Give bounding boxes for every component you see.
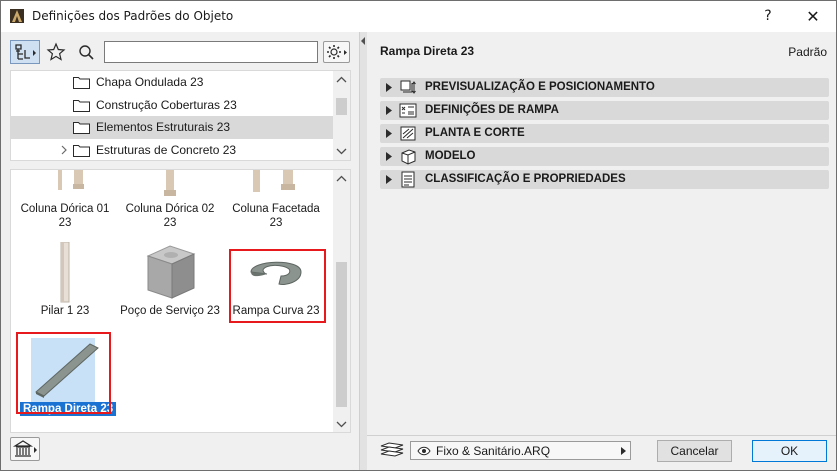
model-cube-icon — [401, 149, 416, 165]
ok-button[interactable]: OK — [752, 440, 827, 462]
grid-item-label: Coluna Dórica 01 — [20, 203, 110, 215]
search-icon — [79, 45, 94, 60]
tree-item-selected[interactable]: Elementos Estruturais 23 — [11, 116, 335, 139]
service-well-thumbnail — [146, 245, 196, 299]
grid-item[interactable]: Pilar 1 23 — [14, 240, 116, 322]
grid-item-label: Coluna Facetada — [232, 203, 320, 215]
tree-item[interactable]: Construção Coberturas 23 — [11, 94, 335, 117]
search-button[interactable] — [75, 40, 97, 64]
default-label: Padrão — [788, 45, 827, 59]
library-navigation-button[interactable] — [10, 40, 40, 64]
section-ramp-settings[interactable]: DEFINIÇÕES DE RAMPA — [380, 101, 829, 120]
title-bar: Definições dos Padrões do Objeto ? ✕ — [1, 1, 836, 32]
grid-item-label: 23 — [269, 217, 283, 229]
close-button[interactable]: ✕ — [790, 1, 836, 32]
scroll-thumb[interactable] — [336, 98, 347, 115]
grid-item[interactable]: Coluna Facetada 23 — [225, 170, 327, 234]
settings-panel: Rampa Direta 23 Padrão PREVISUALIZAÇÃO E… — [367, 32, 836, 470]
section-title: PREVISUALIZAÇÃO E POSICIONAMENTO — [425, 81, 655, 93]
expand-triangle-icon — [386, 175, 392, 184]
highlight-frame — [16, 332, 111, 414]
grid-scrollbar[interactable] — [333, 170, 350, 432]
expand-triangle-icon — [386, 106, 392, 115]
ramp-settings-icon — [399, 103, 417, 118]
section-plan-section[interactable]: PLANTA E CORTE — [380, 124, 829, 143]
grid-item-label: 23 — [58, 217, 72, 229]
folder-icon — [73, 77, 90, 89]
section-model[interactable]: MODELO — [380, 147, 829, 166]
section-title: DEFINIÇÕES DE RAMPA — [425, 104, 559, 116]
archicad-app-icon — [10, 9, 24, 23]
grid-item-label: 23 — [163, 217, 177, 229]
scroll-up-icon[interactable] — [333, 170, 350, 187]
tree-item[interactable]: Estruturas de Concreto 23 — [11, 139, 335, 160]
tree-item-label: Estruturas de Concreto 23 — [96, 143, 237, 157]
library-browser-panel: Chapa Ondulada 23 Construção Coberturas … — [1, 32, 359, 470]
grid-item[interactable]: Poço de Serviço 23 — [119, 240, 221, 322]
star-icon — [46, 42, 66, 61]
expand-triangle-icon — [386, 152, 392, 161]
scroll-up-icon[interactable] — [333, 71, 350, 88]
grid-item-label: Poço de Serviço 23 — [120, 305, 220, 317]
grid-item[interactable]: Coluna Dórica 01 23 — [14, 170, 116, 234]
collapse-left-icon[interactable] — [360, 37, 366, 45]
scroll-thumb[interactable] — [336, 262, 347, 407]
preview-icon — [400, 80, 416, 94]
grid-item-label: Coluna Dórica 02 — [125, 203, 215, 215]
folder-icon — [73, 145, 90, 157]
doric-column-thumbnail — [58, 170, 84, 190]
help-button[interactable]: ? — [745, 1, 791, 32]
favorites-button[interactable] — [45, 40, 67, 64]
cancel-button[interactable]: Cancelar — [657, 440, 732, 462]
footer-divider — [367, 435, 836, 436]
section-classification[interactable]: CLASSIFICAÇÃO E PROPRIEDADES — [380, 170, 829, 189]
library-building-icon — [12, 440, 37, 457]
chevron-right-icon — [621, 447, 626, 455]
folder-icon — [73, 100, 90, 112]
scroll-down-icon[interactable] — [333, 416, 350, 433]
expand-triangle-icon — [386, 129, 392, 138]
library-folder-tree: Chapa Ondulada 23 Construção Coberturas … — [10, 70, 351, 161]
pillar-thumbnail — [60, 242, 70, 303]
classification-icon — [401, 171, 415, 188]
library-object-grid: Coluna Dórica 01 23 Coluna Dórica 02 23 … — [10, 169, 351, 433]
chevron-right-icon[interactable] — [59, 144, 69, 156]
object-title: Rampa Direta 23 — [380, 44, 475, 58]
window-title: Definições dos Padrões do Objeto — [32, 9, 234, 23]
search-input[interactable] — [104, 41, 318, 63]
tree-item-label: Construção Coberturas 23 — [96, 98, 237, 112]
grid-item[interactable]: Coluna Dórica 02 23 — [119, 170, 221, 234]
scroll-down-icon[interactable] — [333, 143, 350, 160]
doric-column-thumbnail — [164, 170, 176, 196]
layers-icon — [380, 442, 404, 457]
library-options-button[interactable] — [323, 41, 350, 63]
gear-icon — [327, 45, 347, 59]
layer-combination-dropdown[interactable]: Fixo & Sanitário.ARQ — [410, 441, 631, 460]
library-manager-button[interactable] — [10, 437, 40, 461]
eye-icon — [417, 446, 431, 456]
dialog-window: Definições dos Padrões do Objeto ? ✕ Cha… — [0, 0, 837, 471]
section-title: CLASSIFICAÇÃO E PROPRIEDADES — [425, 173, 626, 185]
highlight-frame — [229, 249, 326, 323]
expand-triangle-icon — [386, 83, 392, 92]
layer-combination-value: Fixo & Sanitário.ARQ — [436, 444, 551, 458]
grid-item-label: Pilar 1 23 — [40, 305, 90, 317]
tree-scrollbar[interactable] — [333, 71, 350, 160]
section-title: MODELO — [425, 150, 476, 162]
section-preview-positioning[interactable]: PREVISUALIZAÇÃO E POSICIONAMENTO — [380, 78, 829, 97]
section-title: PLANTA E CORTE — [425, 127, 525, 139]
faceted-column-thumbnail — [253, 170, 295, 192]
folder-icon — [73, 122, 90, 134]
tree-item[interactable]: Chapa Ondulada 23 — [11, 71, 335, 94]
library-tree-icon — [15, 44, 36, 60]
tree-item-label: Chapa Ondulada 23 — [96, 75, 204, 89]
tree-item-label: Elementos Estruturais 23 — [96, 120, 231, 134]
panel-splitter[interactable] — [359, 32, 367, 470]
floor-plan-icon — [400, 126, 416, 141]
